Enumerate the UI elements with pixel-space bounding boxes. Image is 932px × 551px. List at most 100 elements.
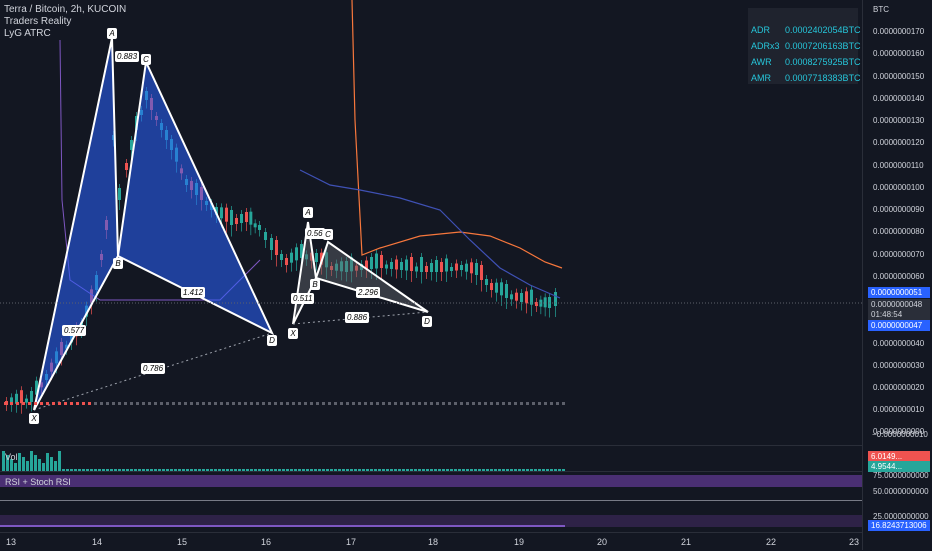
signal-dot xyxy=(538,402,541,405)
signal-dot xyxy=(370,402,373,405)
candle-body xyxy=(25,398,28,403)
stats-value: 0.0007206163BTC xyxy=(785,41,861,51)
signal-dot xyxy=(208,402,211,405)
signal-dot xyxy=(502,402,505,405)
rsi-midline xyxy=(0,500,862,501)
time-axis[interactable]: 13 14 15 16 17 18 19 20 21 22 23 xyxy=(0,532,862,551)
volume-bar xyxy=(50,457,53,471)
price-tick: 0.0000000160 xyxy=(873,49,925,58)
signal-dot xyxy=(214,402,217,405)
candle-body xyxy=(425,266,428,272)
signal-dot xyxy=(76,402,79,405)
time-tick: 23 xyxy=(849,537,860,547)
atr-stats-table: ADR 0.0002402054BTC ADRx3 0.0007206163BTC … xyxy=(748,8,861,84)
main-chart[interactable] xyxy=(0,0,862,445)
signal-dot xyxy=(484,402,487,405)
volume-bar xyxy=(18,453,21,471)
signal-dot xyxy=(190,402,193,405)
candle-body xyxy=(275,240,278,255)
signal-dot xyxy=(304,402,307,405)
candle-body xyxy=(415,266,418,272)
pattern-2-point-d: D xyxy=(422,316,432,327)
signal-dot xyxy=(166,402,169,405)
signal-dot xyxy=(562,402,565,405)
volume-bar xyxy=(14,463,17,471)
price-tick: 0.0000000140 xyxy=(873,94,925,103)
signal-dot xyxy=(448,402,451,405)
signal-dot xyxy=(202,402,205,405)
signal-dot xyxy=(322,402,325,405)
signal-dot xyxy=(136,402,139,405)
signal-dot xyxy=(460,402,463,405)
signal-dot xyxy=(328,402,331,405)
pattern-1-point-a: A xyxy=(107,28,117,39)
signal-dot xyxy=(436,402,439,405)
signal-dot xyxy=(124,402,127,405)
signal-dot xyxy=(274,402,277,405)
signal-dot xyxy=(544,402,547,405)
signal-dot xyxy=(238,402,241,405)
signal-dot xyxy=(10,402,13,405)
candle-body xyxy=(405,259,408,271)
candle-body xyxy=(230,210,233,225)
signal-dot xyxy=(400,402,403,405)
signal-dot xyxy=(232,402,235,405)
signal-dot xyxy=(268,402,271,405)
candle-body xyxy=(400,262,403,270)
candle-body xyxy=(470,262,473,274)
time-tick: 17 xyxy=(346,537,357,547)
candle-body xyxy=(515,292,518,301)
signal-dot xyxy=(472,402,475,405)
signal-dot xyxy=(154,402,157,405)
pattern-1-point-c: C xyxy=(141,54,151,65)
signal-dot xyxy=(130,402,133,405)
stats-key: ADR xyxy=(751,25,771,35)
candle-body xyxy=(270,238,273,250)
signal-dot xyxy=(430,402,433,405)
symbol-title[interactable]: Terra / Bitcoin, 2h, KUCOIN xyxy=(4,4,126,16)
rsi-overbought-band xyxy=(0,475,862,487)
signal-dot xyxy=(520,402,523,405)
stats-key: AMR xyxy=(751,73,771,83)
signal-dot xyxy=(418,402,421,405)
time-tick: 16 xyxy=(261,537,272,547)
candle-body xyxy=(290,252,293,263)
volume-pane[interactable]: Vol xyxy=(0,445,862,471)
candle-body xyxy=(285,258,288,265)
candle-body xyxy=(235,218,238,224)
pattern-2-ratio-bd: 2.296 xyxy=(356,287,381,298)
signal-dot xyxy=(4,402,7,405)
signal-dot xyxy=(70,402,73,405)
signal-dot xyxy=(532,402,535,405)
time-tick: 13 xyxy=(6,537,17,547)
candle-body xyxy=(385,264,388,269)
candle-body xyxy=(240,214,243,223)
signal-dot xyxy=(364,402,367,405)
candle-body xyxy=(253,223,257,228)
stats-value: 0.0007718383BTC xyxy=(785,73,861,83)
signal-dot xyxy=(496,402,499,405)
rsi-value-tag: 16.8243713006 xyxy=(868,520,930,531)
signal-dot xyxy=(148,402,151,405)
volume-bar xyxy=(30,451,33,471)
signal-dot xyxy=(172,402,175,405)
candle-body xyxy=(480,265,483,280)
rsi-pane[interactable]: RSI + Stoch RSI xyxy=(0,471,862,533)
rsi-line xyxy=(0,525,565,527)
candle-body xyxy=(445,258,448,272)
candle-body xyxy=(280,254,283,260)
candle-body xyxy=(420,257,423,272)
signal-dot xyxy=(490,402,493,405)
signal-dot xyxy=(94,402,97,405)
price-tick: 0.0000000040 xyxy=(873,339,925,348)
signal-dot xyxy=(388,402,391,405)
price-tick: 0.0000000100 xyxy=(873,183,925,192)
signal-dot xyxy=(526,402,529,405)
stats-value: 0.0008275925BTC xyxy=(785,57,861,67)
candle-body xyxy=(390,262,393,269)
candle-body xyxy=(380,255,383,268)
pattern-1-point-b: B xyxy=(113,258,123,269)
volume-bar xyxy=(34,455,37,471)
indicator-traders-reality[interactable]: Traders Reality xyxy=(4,16,126,28)
price-tick: 0.0000000070 xyxy=(873,250,925,259)
